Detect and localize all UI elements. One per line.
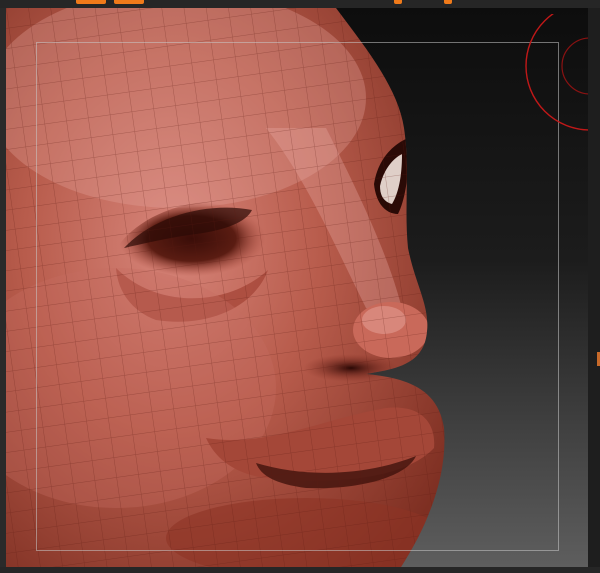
tool-tab-2[interactable] bbox=[114, 0, 144, 4]
right-panel-edge bbox=[588, 8, 600, 573]
top-toolbar bbox=[0, 0, 600, 8]
sculpt-scene bbox=[6, 8, 588, 567]
sculpt-app-window bbox=[0, 0, 600, 573]
tool-tab-4[interactable] bbox=[444, 0, 452, 4]
bottom-panel-edge bbox=[0, 567, 600, 573]
tool-tab-3[interactable] bbox=[394, 0, 402, 4]
tool-tab-1[interactable] bbox=[76, 0, 106, 4]
3d-viewport[interactable] bbox=[6, 8, 588, 567]
rotation-gizmo-icon[interactable] bbox=[524, 8, 588, 134]
